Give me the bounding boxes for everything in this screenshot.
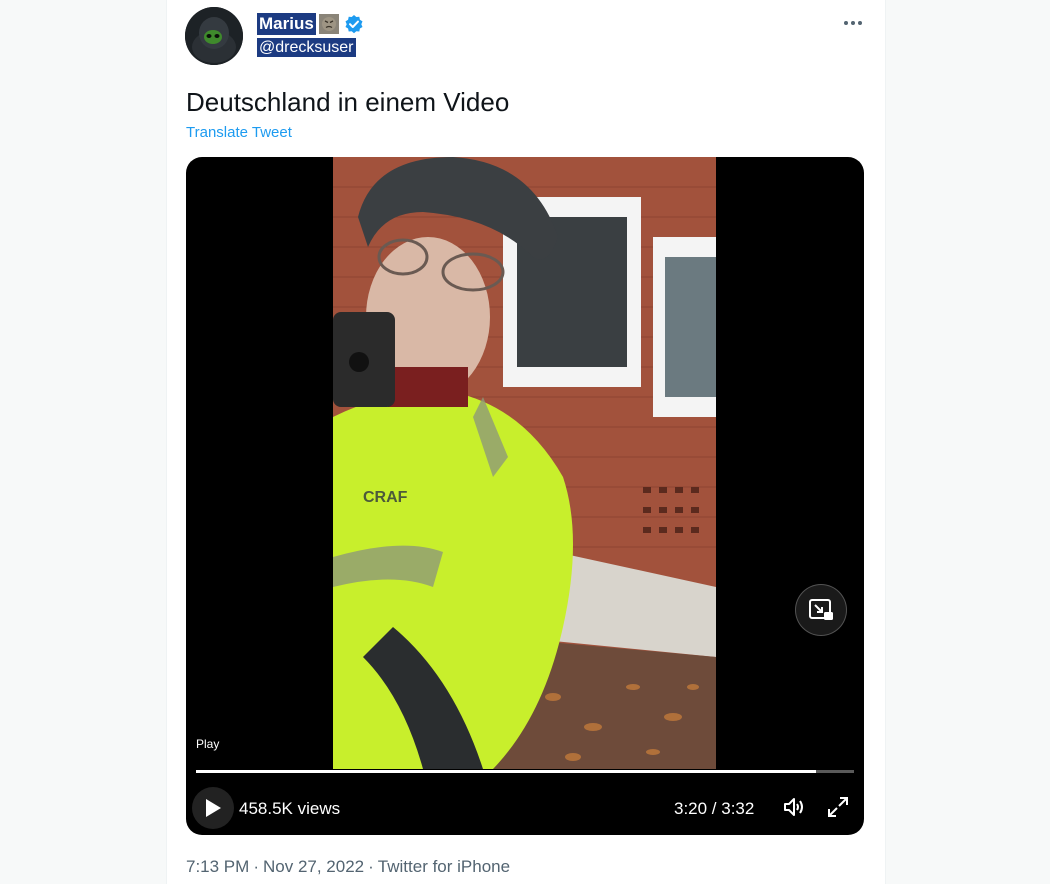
author-name-row[interactable]: Marius — [257, 12, 364, 36]
meta-separator: · — [253, 857, 259, 876]
angry-face-emoji-icon — [318, 14, 339, 34]
tweet-meta: 7:13 PM · Nov 27, 2022 · Twitter for iPh… — [186, 857, 510, 877]
author-name[interactable]: Marius — [257, 13, 316, 35]
video-thumbnail: CRAF — [333, 157, 716, 769]
more-options-icon[interactable] — [838, 10, 868, 36]
tweet-text: Deutschland in einem Video — [186, 87, 510, 117]
volume-icon[interactable] — [782, 795, 806, 819]
tweet-source: Twitter for iPhone — [377, 857, 511, 876]
play-icon — [206, 799, 221, 817]
video-time: 3:20 / 3:32 — [674, 799, 755, 818]
translate-tweet-link[interactable]: Translate Tweet — [186, 124, 292, 141]
view-count: 458.5K views — [239, 799, 341, 818]
verified-badge-icon — [344, 14, 364, 34]
svg-text:CRAF: CRAF — [363, 489, 408, 506]
picture-in-picture-icon[interactable] — [795, 584, 847, 636]
avatar-image — [185, 7, 243, 65]
fullscreen-icon[interactable] — [826, 795, 850, 819]
play-button[interactable] — [192, 787, 234, 829]
meta-separator: · — [368, 857, 374, 876]
progress-bar-fill — [196, 770, 817, 773]
tweet-date[interactable]: Nov 27, 2022 — [263, 857, 364, 877]
progress-bar[interactable] — [196, 770, 854, 773]
tweet-time[interactable]: 7:13 PM — [186, 857, 249, 877]
video-frame[interactable]: CRAF — [333, 157, 716, 769]
author-handle[interactable]: @drecksuser — [257, 38, 356, 57]
video-controls: 458.5K views 3:20 / 3:32 — [186, 785, 864, 835]
video-player[interactable]: CRAF Play 458.5K views 3:20 / 3:32 — [186, 157, 864, 835]
avatar[interactable] — [185, 7, 243, 65]
play-label: Play — [196, 737, 220, 751]
